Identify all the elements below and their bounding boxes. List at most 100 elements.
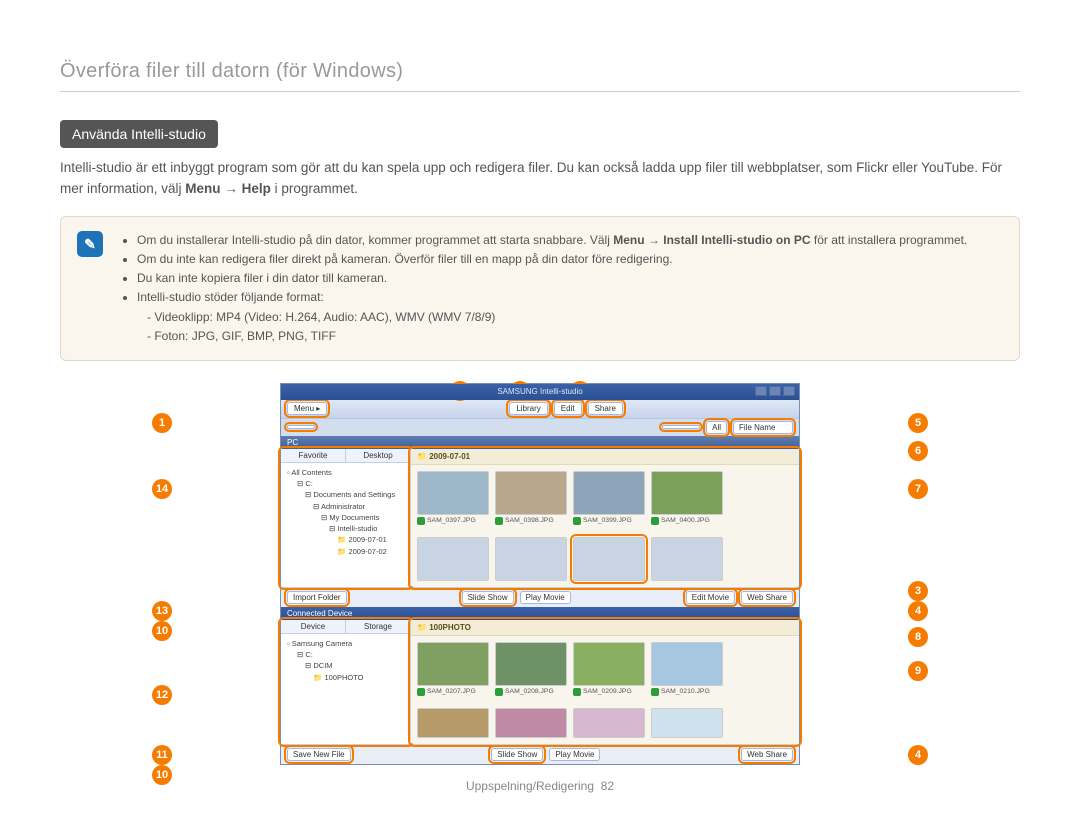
thumbnail[interactable] <box>495 708 567 738</box>
note-icon: ✎ <box>77 231 103 257</box>
thumbnail[interactable]: SAM_0400.JPG <box>651 471 723 525</box>
note-list: Om du installerar Intelli-studio på din … <box>121 231 1003 346</box>
device-thumbnails: SAM_0207.JPGSAM_0208.JPGSAM_0209.JPGSAM_… <box>411 636 799 702</box>
callout-3b: 3 <box>908 581 928 601</box>
callout-8: 8 <box>908 627 928 647</box>
callout-9: 9 <box>908 661 928 681</box>
slideshow-button[interactable]: Slide Show <box>462 591 514 604</box>
thumbnail[interactable] <box>651 708 723 738</box>
note-item: Intelli-studio stöder följande format: V… <box>137 288 1003 346</box>
device-webshare-button[interactable]: Web Share <box>741 748 793 761</box>
device-slideshow-button[interactable]: Slide Show <box>491 748 543 761</box>
tab-edit[interactable]: Edit <box>554 402 582 415</box>
nav-back-forward[interactable] <box>287 425 315 429</box>
camera-icon <box>651 688 659 696</box>
thumbnail[interactable]: SAM_0398.JPG <box>495 471 567 525</box>
tab-share[interactable]: Share <box>588 402 623 415</box>
camera-icon <box>417 688 425 696</box>
maximize-icon[interactable] <box>769 386 781 396</box>
menu-button[interactable]: Menu ▸ <box>287 402 327 415</box>
note-item: Om du inte kan redigera filer direkt på … <box>137 250 1003 269</box>
note-item: Om du installerar Intelli-studio på din … <box>137 231 1003 250</box>
app-window: SAMSUNG Intelli-studio Menu ▸ Library Ed… <box>280 383 800 765</box>
note-subitem: Videoklipp: MP4 (Video: H.264, Audio: AA… <box>147 308 1003 327</box>
app-brand: SAMSUNG Intelli-studio <box>497 384 582 400</box>
webshare-button[interactable]: Web Share <box>741 591 793 604</box>
editmovie-button[interactable]: Edit Movie <box>686 591 735 604</box>
intro-suffix: i programmet. <box>275 181 358 196</box>
thumbnail[interactable]: SAM_0207.JPG <box>417 642 489 696</box>
thumbnail[interactable]: SAM_0397.JPG <box>417 471 489 525</box>
intro-menu-bold: Menu <box>185 181 220 196</box>
thumbnail[interactable]: SAM_0209.JPG <box>573 642 645 696</box>
callout-13: 13 <box>152 601 172 621</box>
pc-panel: Favorite Desktop ▫ All Contents ⊟ C: ⊟ D… <box>281 449 799 587</box>
diagram-wrapper: 1 2 3 4 5 6 14 7 3 13 4 10 8 9 12 11 4 1… <box>160 383 920 765</box>
pc-thumbnails-row2 <box>411 531 799 587</box>
device-thumbnails-row2 <box>411 702 799 744</box>
thumbnail[interactable]: SAM_0399.JPG <box>573 471 645 525</box>
callout-4c: 4 <box>908 745 928 765</box>
pc-thumbnails: SAM_0397.JPGSAM_0398.JPGSAM_0399.JPGSAM_… <box>411 465 799 531</box>
device-bottom-bar: Save New File Slide Show Play Movie Web … <box>281 744 799 764</box>
zoom-controls[interactable] <box>662 425 700 429</box>
device-playmovie-button[interactable]: Play Movie <box>549 748 600 761</box>
toolbar-row: All File Name <box>281 418 799 436</box>
note-item-text: Intelli-studio stöder följande format: <box>137 290 324 304</box>
callout-7: 7 <box>908 479 928 499</box>
save-new-file-button[interactable]: Save New File <box>287 748 351 761</box>
tab-device[interactable]: Device <box>281 620 346 633</box>
minimize-icon[interactable] <box>755 386 767 396</box>
thumbnail[interactable]: SAM_0208.JPG <box>495 642 567 696</box>
import-folder-button[interactable]: Import Folder <box>287 591 347 604</box>
pc-sidebar[interactable]: Favorite Desktop ▫ All Contents ⊟ C: ⊟ D… <box>281 449 411 587</box>
tab-desktop[interactable]: Desktop <box>346 449 410 462</box>
intro-help-bold: Help <box>242 181 271 196</box>
intro-paragraph: Intelli-studio är ett inbyggt program so… <box>60 158 1020 200</box>
callout-10: 10 <box>152 621 172 641</box>
callout-6: 6 <box>908 441 928 461</box>
camera-icon <box>573 688 581 696</box>
camera-icon <box>495 688 503 696</box>
thumbnail[interactable]: SAM_0210.JPG <box>651 642 723 696</box>
search-input[interactable]: File Name <box>733 421 793 434</box>
callout-4b: 4 <box>908 601 928 621</box>
pc-header: PC <box>281 436 799 449</box>
camera-icon <box>651 517 659 525</box>
page-title: Överföra filer till datorn (för Windows) <box>60 60 1020 92</box>
arrow-icon: → <box>224 181 241 196</box>
section-heading: Använda Intelli-studio <box>60 120 218 148</box>
thumbnail[interactable] <box>417 708 489 738</box>
pc-tree[interactable]: ▫ All Contents ⊟ C: ⊟ Documents and Sett… <box>281 463 410 561</box>
callout-1: 1 <box>152 413 172 433</box>
tab-favorite[interactable]: Favorite <box>281 449 346 462</box>
pc-folder-header: 📁 2009-07-01 <box>411 449 799 465</box>
thumbnail[interactable] <box>573 708 645 738</box>
callout-12: 12 <box>152 685 172 705</box>
note-box: ✎ Om du installerar Intelli-studio på di… <box>60 216 1020 361</box>
tab-storage[interactable]: Storage <box>346 620 410 633</box>
menu-row: Menu ▸ Library Edit Share <box>281 400 799 418</box>
callout-5: 5 <box>908 413 928 433</box>
device-tree[interactable]: ▫ Samsung Camera ⊟ C: ⊟ DCIM 📁 100PHOTO <box>281 634 410 687</box>
page-footer: Uppspelning/Redigering 82 <box>0 779 1080 793</box>
pc-content[interactable]: 📁 2009-07-01 SAM_0397.JPGSAM_0398.JPGSAM… <box>411 449 799 587</box>
note-item: Du kan inte kopiera filer i din dator ti… <box>137 269 1003 288</box>
camera-icon <box>417 517 425 525</box>
window-buttons[interactable] <box>755 386 795 396</box>
playmovie-button[interactable]: Play Movie <box>520 591 571 604</box>
pc-bottom-bar: Import Folder Slide Show Play Movie Edit… <box>281 587 799 607</box>
footer-section: Uppspelning/Redigering <box>466 779 594 793</box>
device-content[interactable]: 📁 100PHOTO SAM_0207.JPGSAM_0208.JPGSAM_0… <box>411 620 799 744</box>
tab-library[interactable]: Library <box>509 402 547 415</box>
device-panel: Device Storage ▫ Samsung Camera ⊟ C: ⊟ D… <box>281 620 799 744</box>
callout-11: 11 <box>152 745 172 765</box>
callout-14: 14 <box>152 479 172 499</box>
note-sublist: Videoklipp: MP4 (Video: H.264, Audio: AA… <box>137 308 1003 346</box>
note-subitem: Foton: JPG, GIF, BMP, PNG, TIFF <box>147 327 1003 346</box>
close-icon[interactable] <box>783 386 795 396</box>
filter-all[interactable]: All <box>706 421 727 434</box>
device-sidebar[interactable]: Device Storage ▫ Samsung Camera ⊟ C: ⊟ D… <box>281 620 411 744</box>
camera-icon <box>495 517 503 525</box>
footer-page-number: 82 <box>601 779 614 793</box>
